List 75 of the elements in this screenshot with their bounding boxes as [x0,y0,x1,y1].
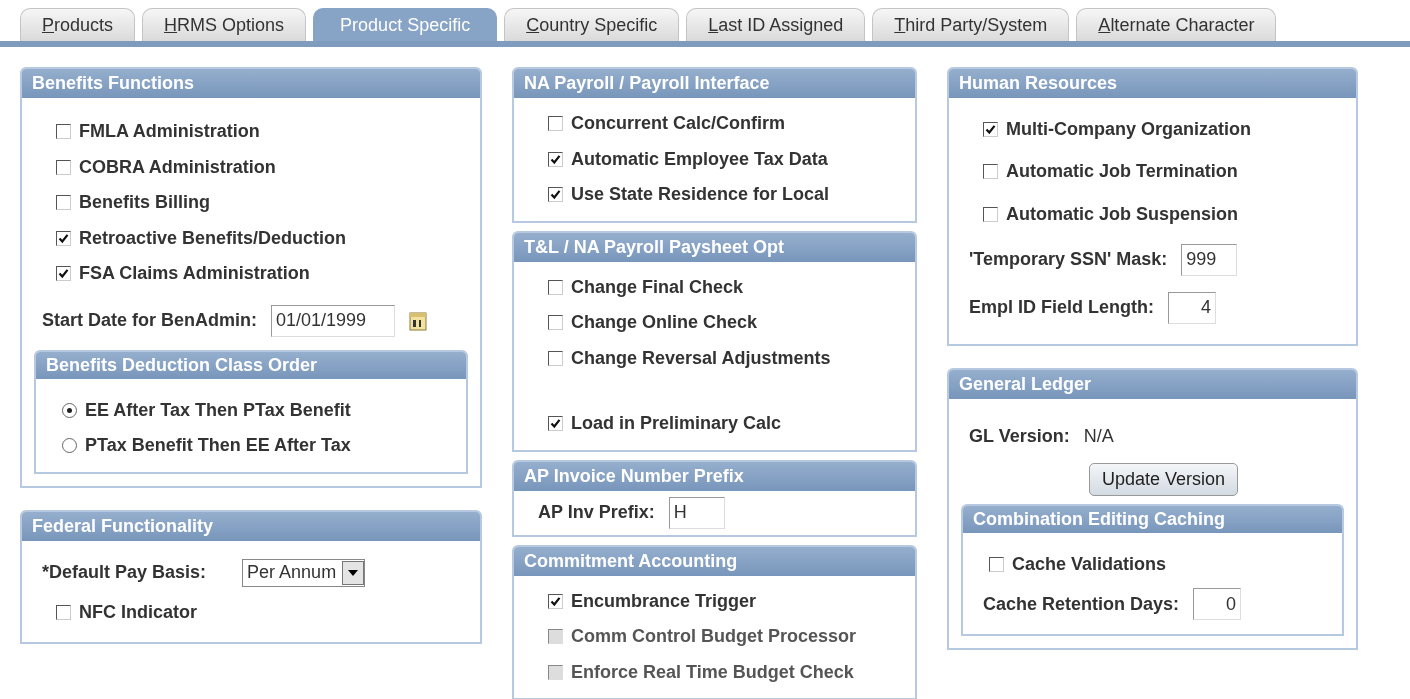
field-label: AP Inv Prefix: [538,502,655,523]
checkbox[interactable] [548,350,563,366]
checkbox[interactable] [548,187,563,203]
checkbox[interactable] [983,121,998,137]
tab[interactable]: Alternate Character [1076,8,1277,41]
radio-button[interactable] [62,402,77,418]
checkbox-label: Benefits Billing [79,192,210,214]
checkbox[interactable] [548,116,563,132]
input-field[interactable]: 0 [1193,588,1242,620]
radio-label: PTax Benefit Then EE After Tax [85,435,351,457]
checkbox[interactable] [56,266,71,282]
checkbox[interactable] [56,159,71,175]
checkbox-label: FSA Claims Administration [79,263,310,285]
date-field[interactable]: 01/01/1999 [271,304,395,337]
checkbox[interactable] [548,593,563,609]
checkbox-label: Cache Validations [1012,553,1167,575]
checkbox-label: Load in Preliminary Calc [571,413,782,435]
checkbox-label: NFC Indicator [79,601,197,623]
group-header: Combination Editing Caching [963,505,1342,533]
checkbox-label: Automatic Job Suspension [1006,203,1239,225]
checkbox-label: Concurrent Calc/Confirm [571,113,786,135]
section-header: Benefits Functions [22,69,480,98]
checkbox-label: Enforce Real Time Budget Check [571,661,854,683]
checkbox-label: Retroactive Benefits/Deduction [79,227,347,249]
update-version-button[interactable]: Update Version [1089,462,1239,496]
checkbox[interactable] [56,604,71,620]
checkbox-label: COBRA Administration [79,156,276,178]
section-header: NA Payroll / Payroll Interface [514,69,915,98]
field-label: *Default Pay Basis: [42,562,207,583]
input-field[interactable]: H [668,496,725,529]
field-label: Start Date for BenAdmin: [42,310,257,331]
section-header: T&L / NA Payroll Paysheet Opt [514,232,915,262]
field-label: Cache Retention Days: [983,593,1180,615]
input-field[interactable]: 4 [1168,291,1216,324]
checkbox[interactable] [56,230,71,246]
checkbox-label: Change Online Check [571,312,758,334]
checkbox[interactable] [56,195,71,211]
section-header: AP Invoice Number Prefix [514,461,915,491]
checkbox[interactable] [548,315,563,331]
tab[interactable]: Third Party/System [872,8,1070,41]
tab[interactable]: Products [20,8,136,41]
checkbox[interactable] [56,124,71,140]
tab[interactable]: Last ID Assigned [686,8,866,41]
calendar-icon[interactable] [409,310,427,331]
checkbox[interactable] [989,556,1004,572]
input-field[interactable]: 999 [1181,243,1238,276]
checkbox-label: Encumbrance Trigger [571,590,757,612]
field-value: N/A [1083,426,1114,447]
tab[interactable]: Country Specific [504,8,680,41]
checkbox-label: Use State Residence for Local [571,184,830,206]
checkbox[interactable] [548,151,563,167]
radio-label: EE After Tax Then PTax Benefit [85,399,351,421]
checkbox[interactable] [548,416,563,432]
checkbox-label: Automatic Job Termination [1006,161,1238,183]
checkbox-label: FMLA Administration [79,121,260,143]
section-header: Human Resources [949,69,1356,98]
caret-icon [348,569,359,576]
group-header: Benefits Deduction Class Order [36,351,466,379]
checkbox[interactable] [548,279,563,295]
checkbox[interactable] [983,164,998,180]
checkbox-label: Change Final Check [571,276,744,298]
section-header: Federal Functionality [22,511,480,541]
field-label: GL Version: [969,426,1070,447]
field-label: 'Temporary SSN' Mask: [969,249,1168,270]
pay-basis-dropdown[interactable]: Per Annum [242,558,366,587]
field-label: Empl ID Field Length: [969,297,1154,318]
checkbox[interactable] [983,206,998,222]
checkbox-label: Change Reversal Adjustments [571,347,831,369]
section-header: Commitment Accounting [514,546,915,576]
section-header: General Ledger [949,369,1356,399]
checkbox-label: Comm Control Budget Processor [571,626,857,648]
checkbox-label: Automatic Employee Tax Data [571,148,828,170]
checkbox-label: Multi-Company Organization [1006,118,1251,140]
radio-button[interactable] [62,438,77,454]
tab[interactable]: HRMS Options [142,8,307,41]
